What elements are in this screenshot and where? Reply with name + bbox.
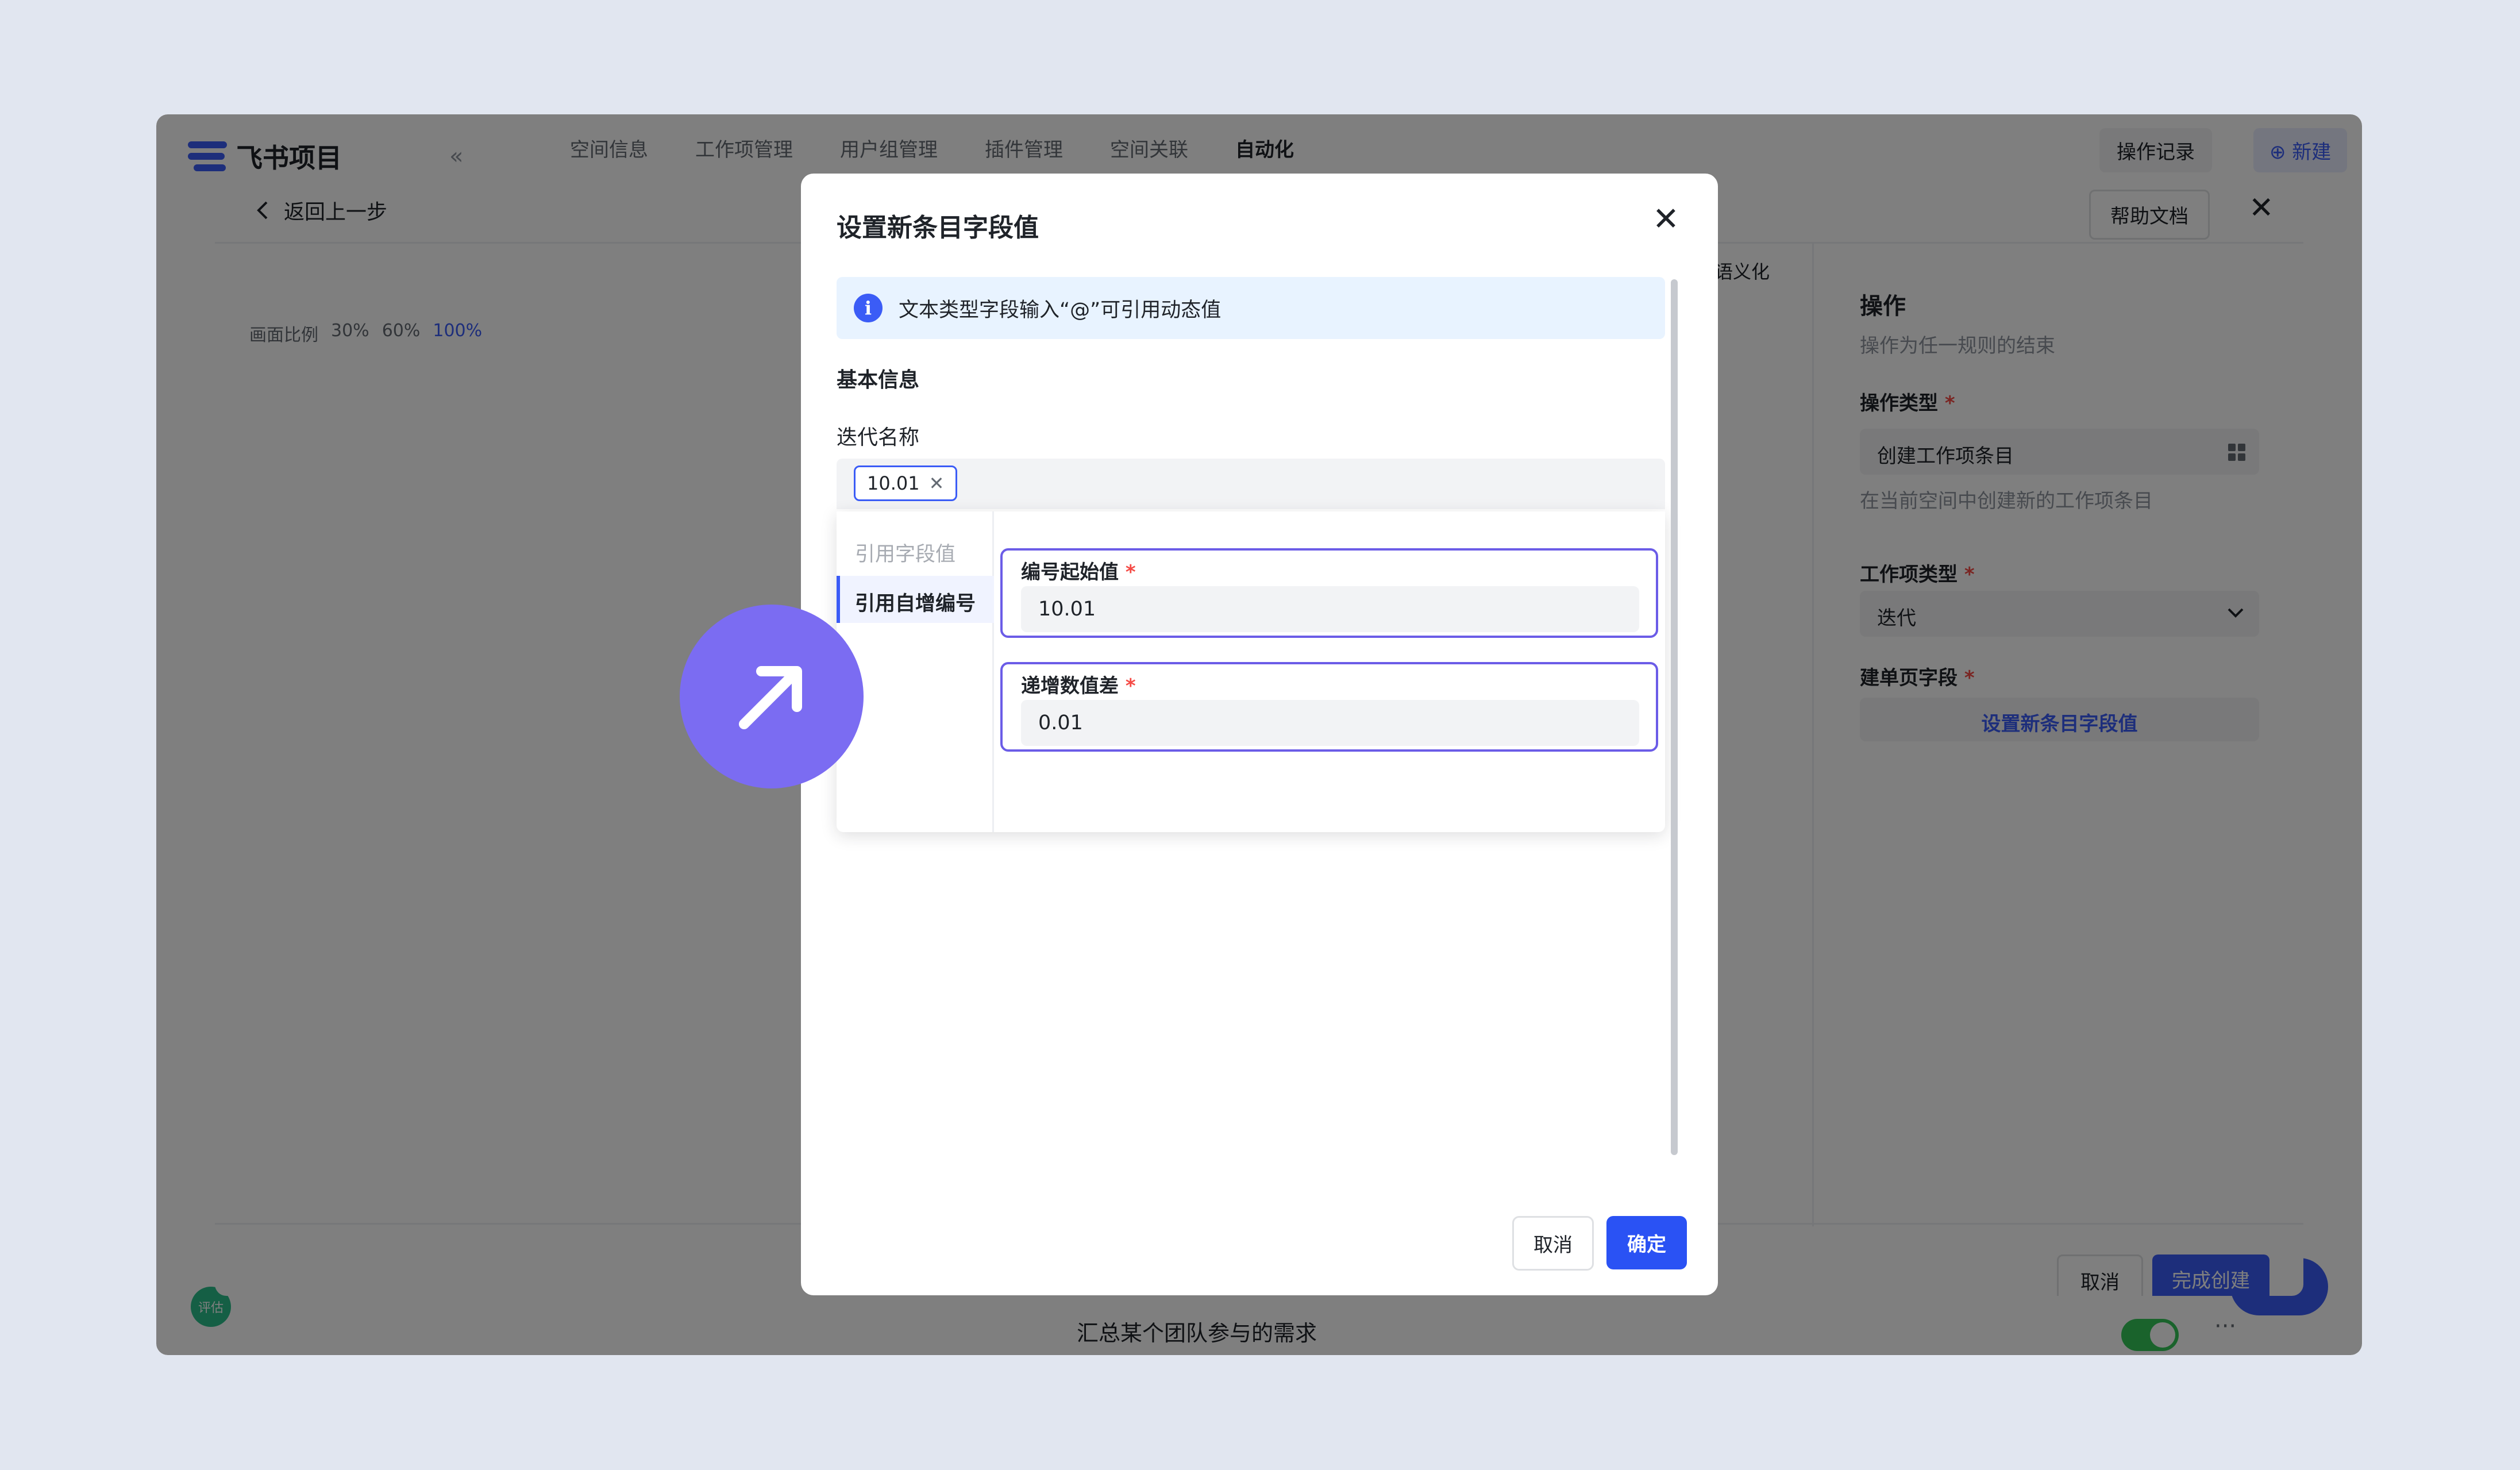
remove-chip-icon[interactable]: ✕: [929, 472, 945, 494]
cancel-button[interactable]: 取消: [1512, 1216, 1594, 1271]
increment-field: 递增数值差 * 0.01: [1000, 662, 1658, 752]
iteration-name-input[interactable]: 10.01 ✕: [837, 459, 1665, 509]
menu-item-reference-field[interactable]: 引用字段值: [837, 526, 994, 574]
info-icon: i: [854, 294, 883, 322]
scrollbar[interactable]: [1671, 279, 1678, 1155]
start-value-field: 编号起始值 * 10.01: [1000, 548, 1658, 638]
menu-item-reference-autoincrement[interactable]: 引用自增编号: [837, 576, 994, 623]
close-icon[interactable]: ✕: [1652, 203, 1679, 236]
set-field-values-dialog: 设置新条目字段值 ✕ i 文本类型字段输入“@”可引用动态值 基本信息 迭代名称…: [801, 174, 1718, 1295]
start-value-label: 编号起始值 *: [1021, 561, 1136, 584]
chip-label: 10.01: [867, 472, 920, 494]
confirm-button[interactable]: 确定: [1606, 1216, 1687, 1269]
arrow-up-right-icon: [739, 666, 802, 729]
value-chip[interactable]: 10.01 ✕: [854, 465, 958, 501]
cursor-indicator: [680, 605, 864, 788]
dialog-title: 设置新条目字段值: [837, 213, 1039, 243]
increment-label: 递增数值差 *: [1021, 675, 1136, 698]
section-title: 基本信息: [837, 368, 920, 392]
reference-popover: 引用字段值 引用自增编号 编号起始值 * 10.01 递增数值差 * 0.01: [837, 511, 1665, 832]
increment-input[interactable]: 0.01: [1021, 700, 1639, 746]
start-value-input[interactable]: 10.01: [1021, 586, 1639, 632]
iteration-name-label: 迭代名称: [837, 426, 920, 449]
info-text: 文本类型字段输入“@”可引用动态值: [899, 298, 1222, 322]
info-banner: i 文本类型字段输入“@”可引用动态值: [837, 277, 1665, 339]
